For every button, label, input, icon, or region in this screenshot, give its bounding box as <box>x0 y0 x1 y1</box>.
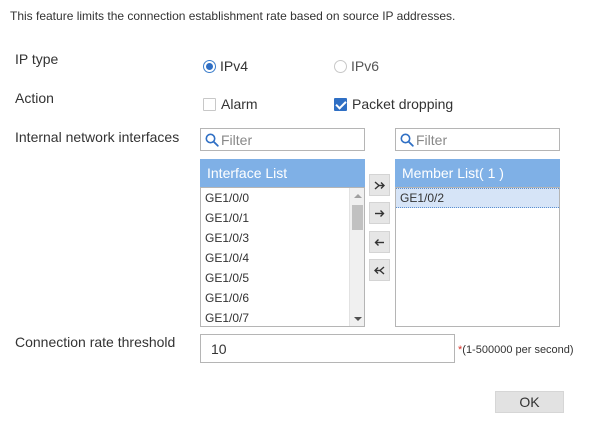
member-list[interactable]: GE1/0/2 <box>395 187 560 327</box>
list-item[interactable]: GE1/0/2 <box>396 188 559 208</box>
ipv6-radio[interactable] <box>334 59 347 73</box>
alarm-label: Alarm <box>221 96 258 112</box>
ipv4-label: IPv4 <box>220 58 249 74</box>
interface-list-header: Interface List <box>200 159 365 187</box>
member-list-header: Member List( 1 ) <box>395 159 560 187</box>
scroll-down-button[interactable] <box>350 311 364 326</box>
move-left-button[interactable] <box>369 231 390 253</box>
member-filter-input[interactable] <box>416 131 559 148</box>
ip-type-label: IP type <box>15 51 59 67</box>
interface-list-scrollbar[interactable] <box>349 188 364 326</box>
ok-button[interactable]: OK <box>495 391 564 413</box>
move-all-right-icon <box>374 180 385 190</box>
member-filter-box[interactable] <box>395 128 560 151</box>
ipv6-label: IPv6 <box>351 58 380 74</box>
interface-filter-box[interactable] <box>200 128 365 151</box>
threshold-hint: *(1-500000 per second) <box>458 344 574 356</box>
interfaces-label: Internal network interfaces <box>15 129 180 145</box>
chevron-up-icon <box>353 193 362 198</box>
alarm-checkbox-option[interactable]: Alarm <box>203 96 258 112</box>
list-item[interactable]: GE1/0/6 <box>201 288 364 308</box>
list-item[interactable]: GE1/0/3 <box>201 228 364 248</box>
feature-description: This feature limits the connection estab… <box>10 9 456 23</box>
alarm-checkbox[interactable] <box>203 97 216 111</box>
chevron-down-icon <box>353 316 362 321</box>
move-all-left-button[interactable] <box>369 259 390 281</box>
packet-dropping-checkbox-option[interactable]: Packet dropping <box>334 96 453 112</box>
ipv4-radio[interactable] <box>203 59 216 73</box>
ipv4-radio-option[interactable]: IPv4 <box>203 58 248 74</box>
packet-dropping-checkbox[interactable] <box>334 97 347 111</box>
interface-list[interactable]: GE1/0/0 GE1/0/1 GE1/0/3 GE1/0/4 GE1/0/5 … <box>200 187 365 327</box>
list-item[interactable]: GE1/0/1 <box>201 208 364 228</box>
move-all-right-button[interactable] <box>369 174 390 196</box>
threshold-label: Connection rate threshold <box>15 334 176 350</box>
list-item[interactable]: GE1/0/7 <box>201 308 364 326</box>
threshold-input[interactable] <box>200 334 455 363</box>
search-icon <box>400 133 414 147</box>
list-item[interactable]: GE1/0/4 <box>201 248 364 268</box>
move-right-icon <box>375 209 385 217</box>
action-label: Action <box>15 90 54 106</box>
list-item[interactable]: GE1/0/5 <box>201 268 364 288</box>
move-right-button[interactable] <box>369 202 390 224</box>
ipv6-radio-option[interactable]: IPv6 <box>334 58 379 74</box>
search-icon <box>205 133 219 147</box>
interface-filter-input[interactable] <box>221 131 364 148</box>
scroll-up-button[interactable] <box>350 188 364 203</box>
threshold-range-hint: (1-500000 per second) <box>462 344 574 356</box>
packet-dropping-label: Packet dropping <box>352 96 454 112</box>
scroll-thumb[interactable] <box>352 205 363 230</box>
move-all-left-icon <box>374 265 385 275</box>
move-left-icon <box>374 238 384 246</box>
list-item[interactable]: GE1/0/0 <box>201 188 364 208</box>
